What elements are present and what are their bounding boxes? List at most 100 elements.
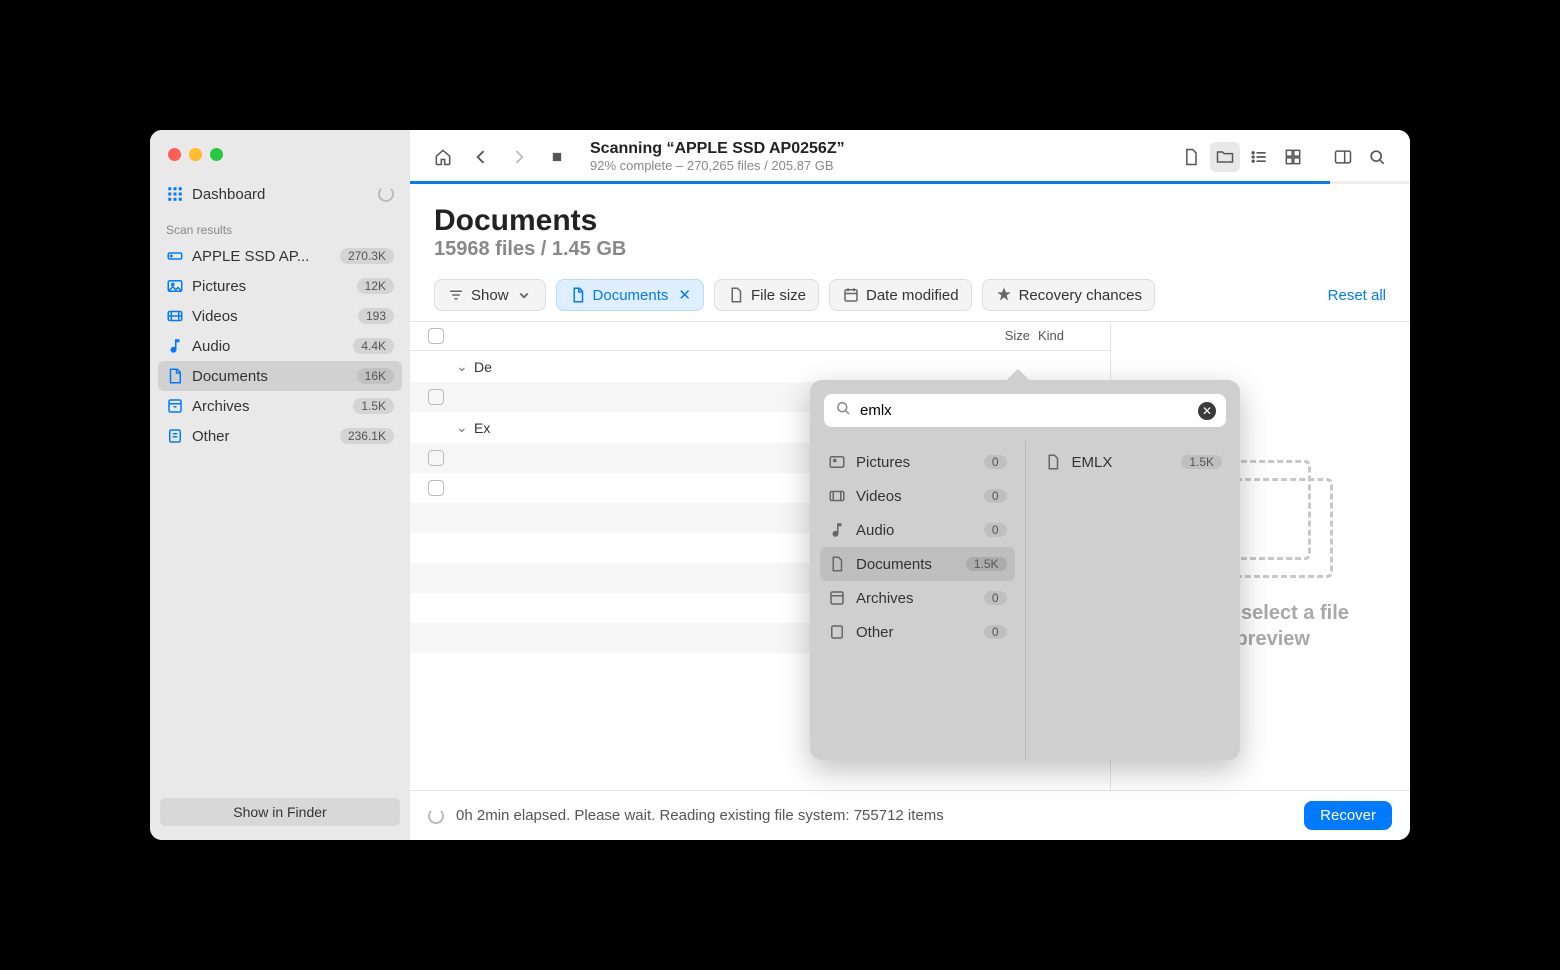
clear-filter-icon[interactable]: ✕ [678, 286, 691, 304]
sidebar-item-label: Documents [192, 368, 268, 385]
recovery-filter[interactable]: Recovery chances [982, 279, 1155, 311]
pop-item-documents[interactable]: Documents1.5K [820, 547, 1015, 581]
scan-subtitle: 92% complete – 270,265 files / 205.87 GB [590, 158, 1168, 173]
sidebar-dashboard-label: Dashboard [192, 186, 265, 203]
sidebar-item-label: Pictures [192, 278, 246, 295]
sidebar-item-label: Videos [192, 308, 238, 325]
expand-icon[interactable]: ⌄ [456, 419, 474, 436]
clear-search-icon[interactable]: ✕ [1198, 402, 1216, 420]
recover-button[interactable]: Recover [1304, 801, 1392, 830]
sidebar-badge: 1.5K [353, 398, 394, 414]
archives-icon [166, 397, 192, 415]
page-subtitle: 15968 files / 1.45 GB [434, 238, 1386, 261]
pictures-icon [166, 277, 192, 295]
home-button[interactable] [428, 142, 458, 172]
other-icon [166, 427, 192, 445]
pictures-icon [828, 453, 848, 471]
show-filter[interactable]: Show [434, 279, 546, 311]
app-window: Dashboard Scan results APPLE SSD AP... 2… [150, 130, 1410, 840]
table-header: Size Kind [410, 322, 1110, 351]
pop-item-pictures[interactable]: Pictures0 [820, 445, 1015, 479]
pop-item-archives[interactable]: Archives0 [820, 581, 1015, 615]
sidebar-item-videos[interactable]: Videos 193 [150, 301, 410, 331]
sidebar-badge: 193 [358, 308, 394, 324]
file-icon [1044, 453, 1064, 471]
pop-item-audio[interactable]: Audio0 [820, 513, 1015, 547]
toolbar: Scanning “APPLE SSD AP0256Z” 92% complet… [410, 130, 1410, 181]
sidebar-item-audio[interactable]: Audio 4.4K [150, 331, 410, 361]
col-kind[interactable]: Kind [1038, 328, 1092, 344]
sidebar-item-label: Archives [192, 398, 250, 415]
view-list-icon[interactable] [1244, 142, 1274, 172]
scan-title: Scanning “APPLE SSD AP0256Z” [590, 140, 1168, 158]
sidebar-item-documents[interactable]: Documents 16K [158, 361, 402, 391]
dashboard-icon [166, 185, 192, 203]
back-button[interactable] [466, 142, 496, 172]
toggle-preview-icon[interactable] [1328, 142, 1358, 172]
sidebar-item-label: Audio [192, 338, 230, 355]
show-in-finder-button[interactable]: Show in Finder [160, 798, 400, 826]
search-icon [834, 399, 852, 422]
sidebar-section-header: Scan results [150, 209, 410, 241]
stop-button[interactable] [542, 142, 572, 172]
status-bar: 0h 2min elapsed. Please wait. Reading ex… [410, 790, 1410, 840]
filter-search-input[interactable] [860, 402, 1190, 419]
sidebar-item-archives[interactable]: Archives 1.5K [150, 391, 410, 421]
main-panel: Scanning “APPLE SSD AP0256Z” 92% complet… [410, 130, 1410, 840]
view-grid-icon[interactable] [1278, 142, 1308, 172]
videos-icon [828, 487, 848, 505]
audio-icon [166, 337, 192, 355]
sidebar-badge: 236.1K [340, 428, 394, 444]
reset-filters[interactable]: Reset all [1328, 287, 1386, 304]
popover-categories: Pictures0 Videos0 Audio0 Documents1.5K A… [810, 441, 1026, 760]
sidebar-badge: 16K [357, 368, 394, 384]
row-checkbox[interactable] [428, 389, 444, 405]
documents-icon [166, 367, 192, 385]
sidebar-item-drive[interactable]: APPLE SSD AP... 270.3K [150, 241, 410, 271]
view-document-icon[interactable] [1176, 142, 1206, 172]
sidebar: Dashboard Scan results APPLE SSD AP... 2… [150, 130, 410, 840]
filter-label: Date modified [866, 287, 959, 304]
calendar-icon [842, 286, 860, 304]
filter-search[interactable]: ✕ [824, 394, 1226, 427]
scanning-spinner-icon [378, 186, 394, 202]
sidebar-item-label: Other [192, 428, 230, 445]
sidebar-dashboard[interactable]: Dashboard [150, 179, 410, 209]
sidebar-item-pictures[interactable]: Pictures 12K [150, 271, 410, 301]
filter-icon [447, 286, 465, 304]
documents-filter[interactable]: Documents ✕ [556, 279, 704, 311]
filter-label: Documents [593, 287, 669, 304]
close-window[interactable] [168, 148, 181, 161]
sidebar-item-other[interactable]: Other 236.1K [150, 421, 410, 451]
pop-item-videos[interactable]: Videos0 [820, 479, 1015, 513]
row-checkbox[interactable] [428, 480, 444, 496]
view-folder-icon[interactable] [1210, 142, 1240, 172]
filter-bar: Show Documents ✕ File size Date modified… [410, 271, 1410, 321]
search-icon[interactable] [1362, 142, 1392, 172]
filesize-filter[interactable]: File size [714, 279, 819, 311]
filter-label: File size [751, 287, 806, 304]
chevron-down-icon [515, 286, 533, 304]
col-size[interactable]: Size [948, 328, 1038, 344]
sidebar-badge: 4.4K [353, 338, 394, 354]
drive-icon [166, 247, 192, 265]
forward-button[interactable] [504, 142, 534, 172]
documents-icon [828, 555, 848, 573]
maximize-window[interactable] [210, 148, 223, 161]
pop-item-other[interactable]: Other0 [820, 615, 1015, 649]
table-row[interactable]: ⌄De [410, 351, 1110, 382]
minimize-window[interactable] [189, 148, 202, 161]
expand-icon[interactable]: ⌄ [456, 358, 474, 375]
view-switcher [1176, 142, 1392, 172]
sidebar-item-label: APPLE SSD AP... [192, 248, 309, 265]
select-all-checkbox[interactable] [428, 328, 444, 344]
popover-types: EMLX1.5K [1026, 441, 1241, 760]
datemodified-filter[interactable]: Date modified [829, 279, 972, 311]
filter-label: Recovery chances [1019, 287, 1142, 304]
other-icon [828, 623, 848, 641]
filter-label: Show [471, 287, 509, 304]
filter-popover: ✕ Pictures0 Videos0 Audio0 Documents1.5K… [810, 380, 1240, 760]
row-checkbox[interactable] [428, 450, 444, 466]
pop-type-emlx[interactable]: EMLX1.5K [1036, 445, 1231, 479]
archives-icon [828, 589, 848, 607]
